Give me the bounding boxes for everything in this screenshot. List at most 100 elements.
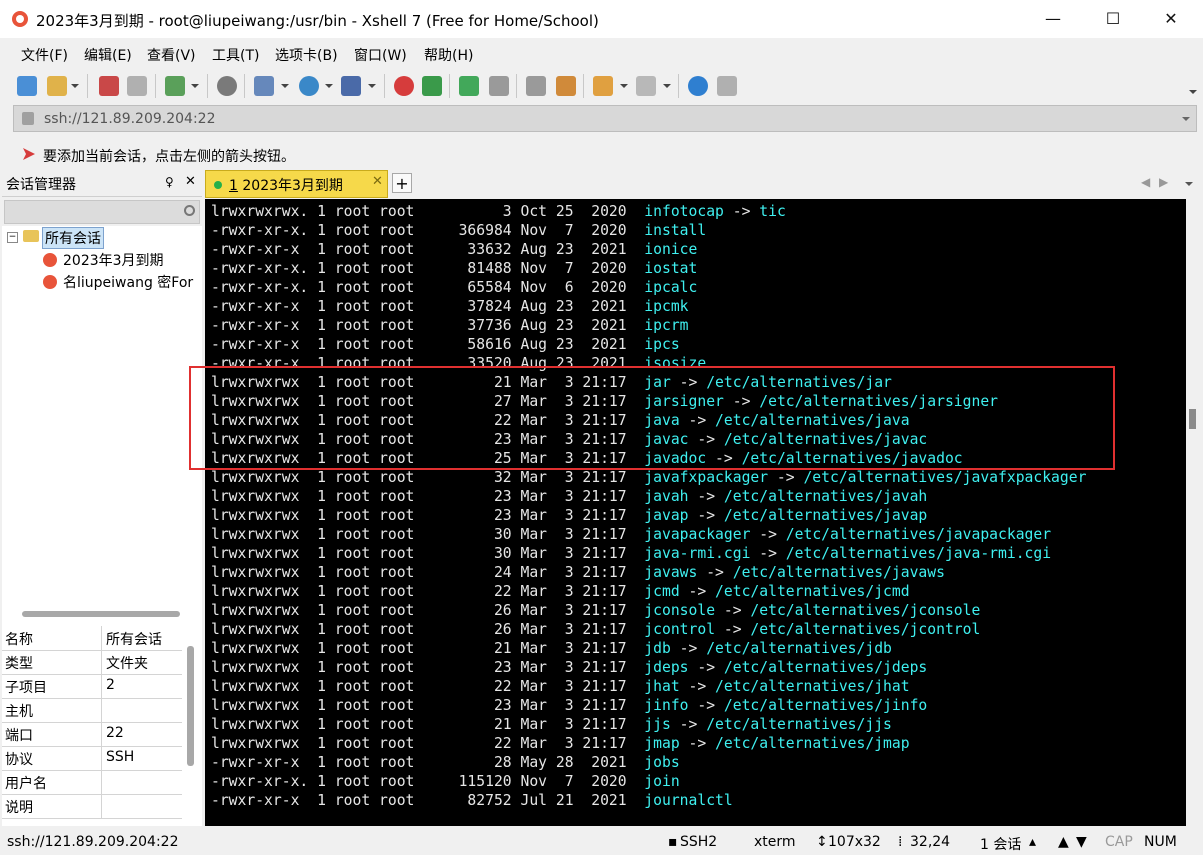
minimize-button[interactable]: — xyxy=(1030,0,1076,38)
properties-scrollbar[interactable] xyxy=(187,646,194,766)
terminal[interactable]: lrwxrwxrwx. 1 root root 3 Oct 25 2020 in… xyxy=(205,199,1186,826)
file-name: journalctl xyxy=(644,792,733,809)
open-dropdown-icon[interactable] xyxy=(71,84,79,88)
lock-icon[interactable] xyxy=(489,76,509,96)
scroll-down-icon[interactable]: ▼ xyxy=(1076,834,1087,850)
scrollbar-thumb[interactable] xyxy=(1189,409,1196,429)
chat-icon[interactable] xyxy=(717,76,737,96)
add-tab-button[interactable]: + xyxy=(392,173,412,193)
menu-file[interactable]: 文件(F) xyxy=(21,45,68,65)
tab-close-icon[interactable]: ✕ xyxy=(372,174,383,189)
horizontal-scrollbar[interactable] xyxy=(22,611,180,617)
tab-session[interactable]: 1 2023年3月到期 ✕ xyxy=(205,170,388,198)
search-icon[interactable] xyxy=(184,205,195,216)
tree-item-session[interactable]: 2023年3月到期 xyxy=(63,250,164,270)
file-name: ipcmk xyxy=(644,298,689,315)
hint-text: 要添加当前会话，点击左侧的箭头按钮。 xyxy=(43,149,295,165)
pin-icon[interactable]: ♀ xyxy=(165,175,174,189)
toolbar-overflow-icon[interactable] xyxy=(1189,90,1197,94)
address-input[interactable]: ssh://121.89.209.204:22 xyxy=(44,111,215,127)
arrow-icon[interactable] xyxy=(23,148,35,160)
file-attributes: lrwxrwxrwx 1 root root 24 Mar 3 21:17 xyxy=(211,564,645,581)
status-sessions[interactable]: 1 会话 xyxy=(980,834,1021,854)
terminal-line: lrwxrwxrwx 1 root root 26 Mar 3 21:17 jc… xyxy=(211,620,980,639)
property-value: SSH xyxy=(106,749,135,765)
file-name: javap xyxy=(644,507,689,524)
menu-tabs[interactable]: 选项卡(B) xyxy=(275,45,338,65)
xshell-icon[interactable] xyxy=(394,76,414,96)
fullscreen-icon[interactable] xyxy=(459,76,479,96)
terminal-line: lrwxrwxrwx 1 root root 23 Mar 3 21:17 ja… xyxy=(211,506,927,525)
terminal-scrollbar[interactable] xyxy=(1186,199,1200,826)
property-key: 用户名 xyxy=(5,776,47,792)
property-row: 名称 所有会话 xyxy=(2,626,182,651)
add-tab-dropdown-icon[interactable] xyxy=(620,84,628,88)
tab-scroll-right-icon[interactable]: ▶ xyxy=(1159,175,1168,189)
session-search-input[interactable] xyxy=(4,200,200,224)
menu-help[interactable]: 帮助(H) xyxy=(424,45,473,65)
symlink-arrow: -> xyxy=(750,526,786,543)
symlink-target: /etc/alternatives/jjs xyxy=(706,716,892,733)
transfer-icon[interactable] xyxy=(254,76,274,96)
tree-item-session[interactable]: 名liupeiwang 密For xyxy=(63,272,193,292)
symlink-target: /etc/alternatives/jmap xyxy=(715,735,910,752)
layout-icon[interactable] xyxy=(636,76,656,96)
terminal-line: lrwxrwxrwx 1 root root 23 Mar 3 21:17 ja… xyxy=(211,487,927,506)
menu-edit[interactable]: 编辑(E) xyxy=(84,45,132,65)
address-bar[interactable]: ssh://121.89.209.204:22 xyxy=(13,105,1197,132)
file-name: jcontrol xyxy=(644,621,716,638)
menu-view[interactable]: 查看(V) xyxy=(147,45,196,65)
symlink-arrow: -> xyxy=(723,203,760,220)
menu-tools[interactable]: 工具(T) xyxy=(212,45,259,65)
disconnect-icon[interactable] xyxy=(99,76,119,96)
property-key: 说明 xyxy=(5,800,33,816)
file-name: ipcrm xyxy=(644,317,689,334)
add-tab-folder-icon[interactable] xyxy=(593,76,613,96)
file-attributes: lrwxrwxrwx 1 root root 23 Mar 3 21:17 xyxy=(211,697,645,714)
tab-list-dropdown-icon[interactable] xyxy=(1185,182,1193,186)
reconnect-icon[interactable] xyxy=(127,76,147,96)
tab-scroll-left-icon[interactable]: ◀ xyxy=(1141,175,1150,189)
font-dropdown-icon[interactable] xyxy=(368,84,376,88)
address-dropdown-icon[interactable] xyxy=(1182,117,1190,121)
terminal-line: lrwxrwxrwx 1 root root 22 Mar 3 21:17 jh… xyxy=(211,677,910,696)
transfer-dropdown-icon[interactable] xyxy=(281,84,289,88)
status-protocol: SSH2 xyxy=(680,834,718,850)
status-caps: CAP xyxy=(1105,834,1133,850)
property-key: 子项目 xyxy=(5,680,47,696)
sessions-dropdown-icon[interactable]: ▴ xyxy=(1029,834,1036,850)
file-name: jinfo xyxy=(644,697,689,714)
globe-dropdown-icon[interactable] xyxy=(325,84,333,88)
keyboard-icon[interactable] xyxy=(526,76,546,96)
symlink-arrow: -> xyxy=(750,545,786,562)
terminal-line: -rwxr-xr-x 1 root root 37736 Aug 23 2021… xyxy=(211,316,689,335)
file-name: ionice xyxy=(644,241,698,258)
window-title: 2023年3月到期 - root@liupeiwang:/usr/bin - X… xyxy=(36,12,599,30)
property-key: 端口 xyxy=(5,728,33,744)
menu-window[interactable]: 窗口(W) xyxy=(354,45,407,65)
scroll-up-icon[interactable]: ▲ xyxy=(1058,834,1069,850)
layout-dropdown-icon[interactable] xyxy=(663,84,671,88)
highlight-pen-icon[interactable] xyxy=(556,76,576,96)
terminal-line: -rwxr-xr-x 1 root root 33632 Aug 23 2021… xyxy=(211,240,697,259)
file-attributes: lrwxrwxrwx 1 root root 30 Mar 3 21:17 xyxy=(211,526,645,543)
close-button[interactable]: ✕ xyxy=(1148,0,1194,38)
globe-icon[interactable] xyxy=(299,76,319,96)
open-folder-icon[interactable] xyxy=(47,76,67,96)
property-key: 协议 xyxy=(5,752,33,768)
new-session-icon[interactable] xyxy=(17,76,37,96)
help-icon[interactable] xyxy=(688,76,708,96)
file-attributes: -rwxr-xr-x 1 root root 58616 Aug 23 2021 xyxy=(211,336,645,353)
properties-icon[interactable] xyxy=(165,76,185,96)
xftp-icon[interactable] xyxy=(422,76,442,96)
terminal-line: -rwxr-xr-x. 1 root root 366984 Nov 7 202… xyxy=(211,221,706,240)
terminal-line: -rwxr-xr-x 1 root root 28 May 28 2021 jo… xyxy=(211,753,680,772)
font-icon[interactable] xyxy=(341,76,361,96)
maximize-button[interactable]: ☐ xyxy=(1090,0,1136,38)
tree-root-all-sessions[interactable]: 所有会话 xyxy=(42,227,104,249)
collapse-icon[interactable]: − xyxy=(7,232,18,243)
symlink-arrow: -> xyxy=(688,507,724,524)
sidebar-close-icon[interactable]: ✕ xyxy=(185,174,196,189)
properties-dropdown-icon[interactable] xyxy=(191,84,199,88)
find-icon[interactable] xyxy=(217,76,237,96)
